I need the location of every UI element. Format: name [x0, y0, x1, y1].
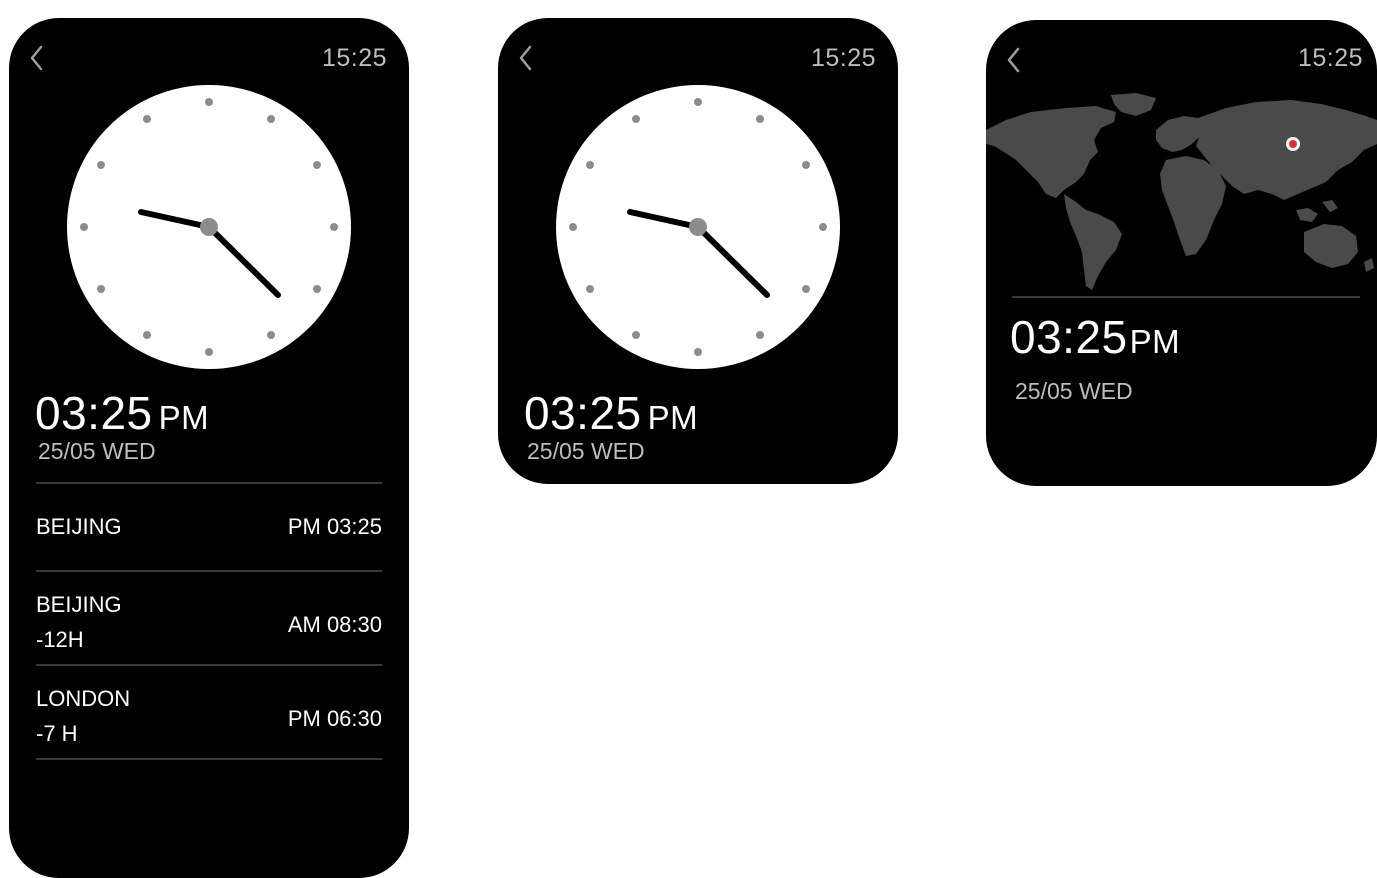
city-row-beijing[interactable]: BEIJING PM 03:25 [36, 498, 382, 568]
divider [36, 482, 382, 484]
current-time-ampm: PM [158, 399, 210, 436]
world-map[interactable] [986, 90, 1377, 300]
city-name: LONDON [36, 686, 131, 711]
current-time: 03:25PM [524, 386, 698, 440]
current-time-ampm: PM [647, 399, 699, 436]
current-date: 25/05 WED [38, 438, 156, 464]
watch-screen-world-clock-list: 15:25 03:25 PM 25/05 WED BEIJING PM 03:25 [9, 18, 409, 878]
current-time-digits: 03:25 [524, 387, 642, 439]
back-chevron-icon[interactable] [1004, 46, 1026, 74]
city-row-beijing-offset[interactable]: BEIJING -12H AM 08:30 [36, 584, 382, 664]
city-offset: -7 H [36, 721, 78, 746]
status-time: 15:25 [1297, 44, 1363, 72]
current-date: 25/05 WED [1015, 378, 1133, 404]
divider [36, 758, 382, 760]
divider [1012, 296, 1360, 298]
back-chevron-icon[interactable] [516, 44, 538, 72]
status-time: 15:25 [321, 44, 387, 72]
city-time: AM 08:30 [287, 612, 382, 637]
current-time: 03:25PM [1010, 310, 1180, 364]
analog-clock-face [556, 85, 840, 369]
analog-clock-face [67, 85, 351, 369]
city-row-london[interactable]: LONDON -7 H PM 06:30 [36, 678, 382, 758]
divider [36, 664, 382, 666]
city-offset: -12H [36, 627, 84, 652]
current-time-ampm: PM [1129, 323, 1181, 360]
location-marker-icon [1286, 137, 1300, 151]
current-time-digits: 03:25 [1010, 311, 1128, 363]
status-time: 15:25 [810, 44, 876, 72]
city-name: BEIJING [36, 514, 122, 539]
city-time: PM 03:25 [287, 514, 382, 539]
city-time: PM 06:30 [287, 706, 382, 731]
city-name: BEIJING [36, 592, 122, 617]
current-time-digits: 03:25 [35, 387, 153, 439]
current-time: 03:25PM [35, 386, 209, 440]
current-date: 25/05 WED [527, 438, 645, 464]
divider [36, 570, 382, 572]
watch-screen-world-map: 15:25 03:25PM 25/05 WED [986, 20, 1377, 486]
back-chevron-icon[interactable] [27, 44, 49, 72]
watch-screen-analog-clock: 15:25 03:25 PM 25/05 WED [498, 18, 898, 484]
